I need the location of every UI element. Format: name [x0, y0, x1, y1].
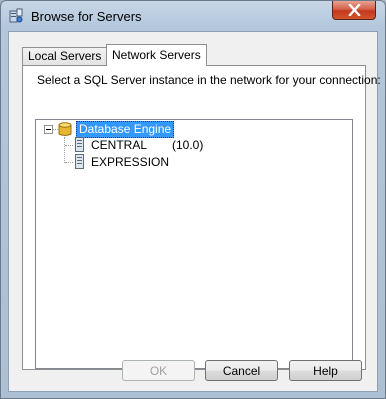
tree-connector	[65, 162, 73, 163]
server-version: (10.0)	[172, 138, 204, 152]
tree-connector	[64, 137, 65, 163]
close-icon	[348, 4, 361, 16]
ok-button[interactable]: OK	[122, 360, 195, 381]
dialog-body: Local Servers Network Servers Select a S…	[8, 31, 381, 392]
server-tree[interactable]: Database Engine CENTRAL (10.0) EXPRESSIO…	[35, 119, 353, 369]
browse-servers-dialog: Browse for Servers Local Servers Network…	[0, 0, 386, 399]
network-servers-panel: Select a SQL Server instance in the netw…	[22, 65, 381, 370]
server-browse-icon	[8, 8, 24, 24]
window-title: Browse for Servers	[31, 9, 142, 24]
cancel-button[interactable]: Cancel	[205, 360, 278, 381]
server-icon	[74, 137, 85, 155]
server-icon	[74, 154, 85, 172]
tree-connector	[65, 145, 73, 146]
title-bar[interactable]: Browse for Servers	[1, 1, 385, 31]
tree-node-server-name[interactable]: CENTRAL	[91, 138, 147, 152]
collapse-toggle[interactable]	[44, 125, 53, 134]
instruction-text: Select a SQL Server instance in the netw…	[37, 73, 381, 87]
tree-node-database-engine[interactable]: Database Engine	[76, 121, 175, 138]
help-button[interactable]: Help	[289, 360, 362, 381]
tab-network-servers[interactable]: Network Servers	[106, 44, 207, 66]
database-icon	[58, 122, 72, 140]
close-button[interactable]	[332, 1, 376, 20]
tree-node-server-name[interactable]: EXPRESSION	[91, 155, 169, 169]
tab-local-servers[interactable]: Local Servers	[22, 47, 108, 65]
